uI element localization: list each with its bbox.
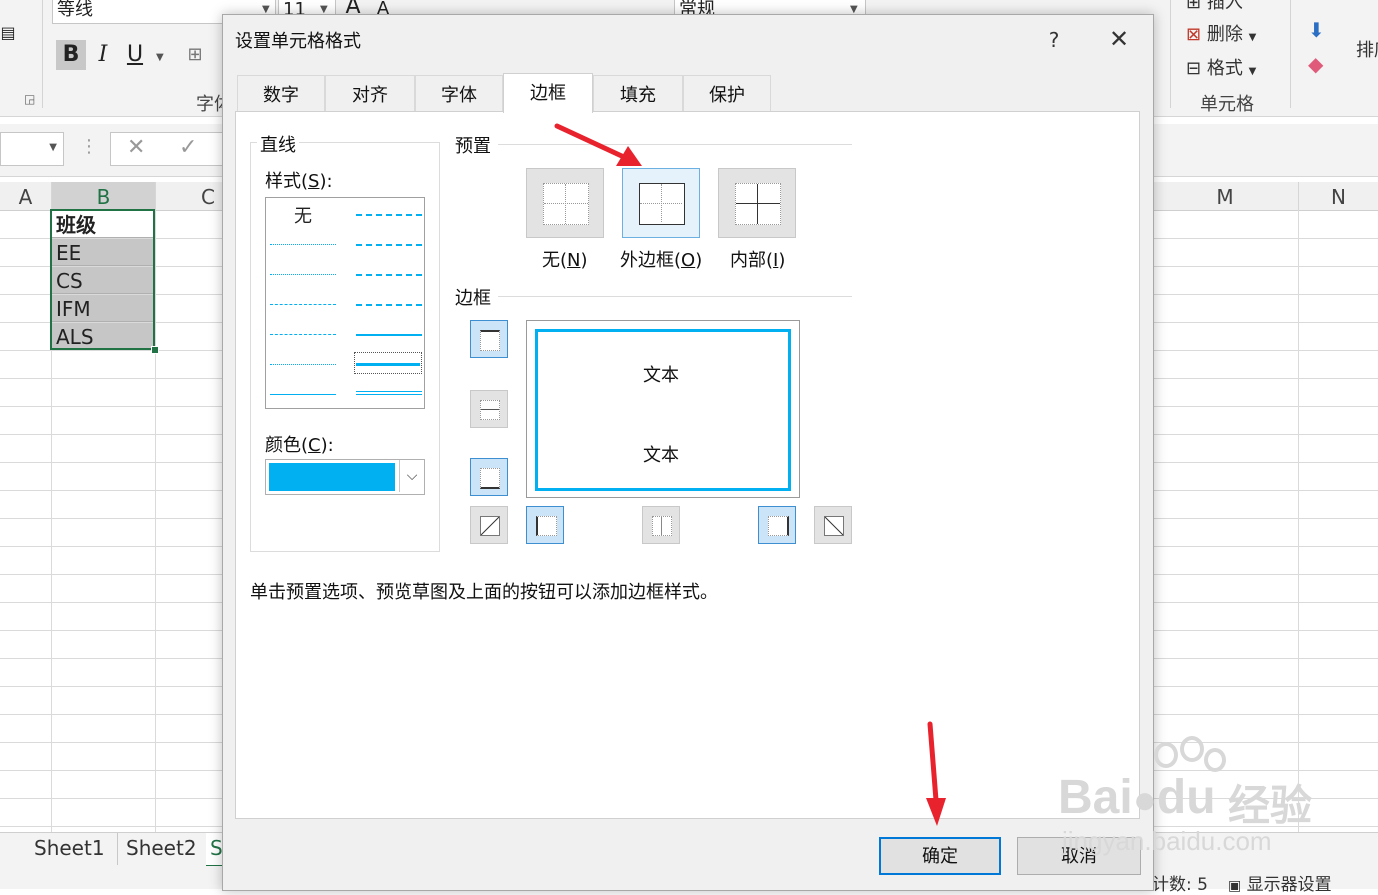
paw-icon (1154, 742, 1178, 768)
paw-icon (1180, 736, 1204, 762)
watermark-cn: 经验 (1228, 782, 1313, 829)
watermark-brand-part: ● (1132, 778, 1157, 822)
arrow-to-ok-button (926, 721, 946, 826)
watermark-brand: Bai●du (1058, 770, 1216, 825)
paw-icon (1204, 748, 1226, 772)
watermark-url: jingyan.baidu.com (1062, 826, 1272, 856)
watermark-brand-part: du (1156, 771, 1216, 824)
arrow-to-outline-preset (554, 123, 642, 166)
watermark-brand-part: Bai (1058, 771, 1133, 824)
